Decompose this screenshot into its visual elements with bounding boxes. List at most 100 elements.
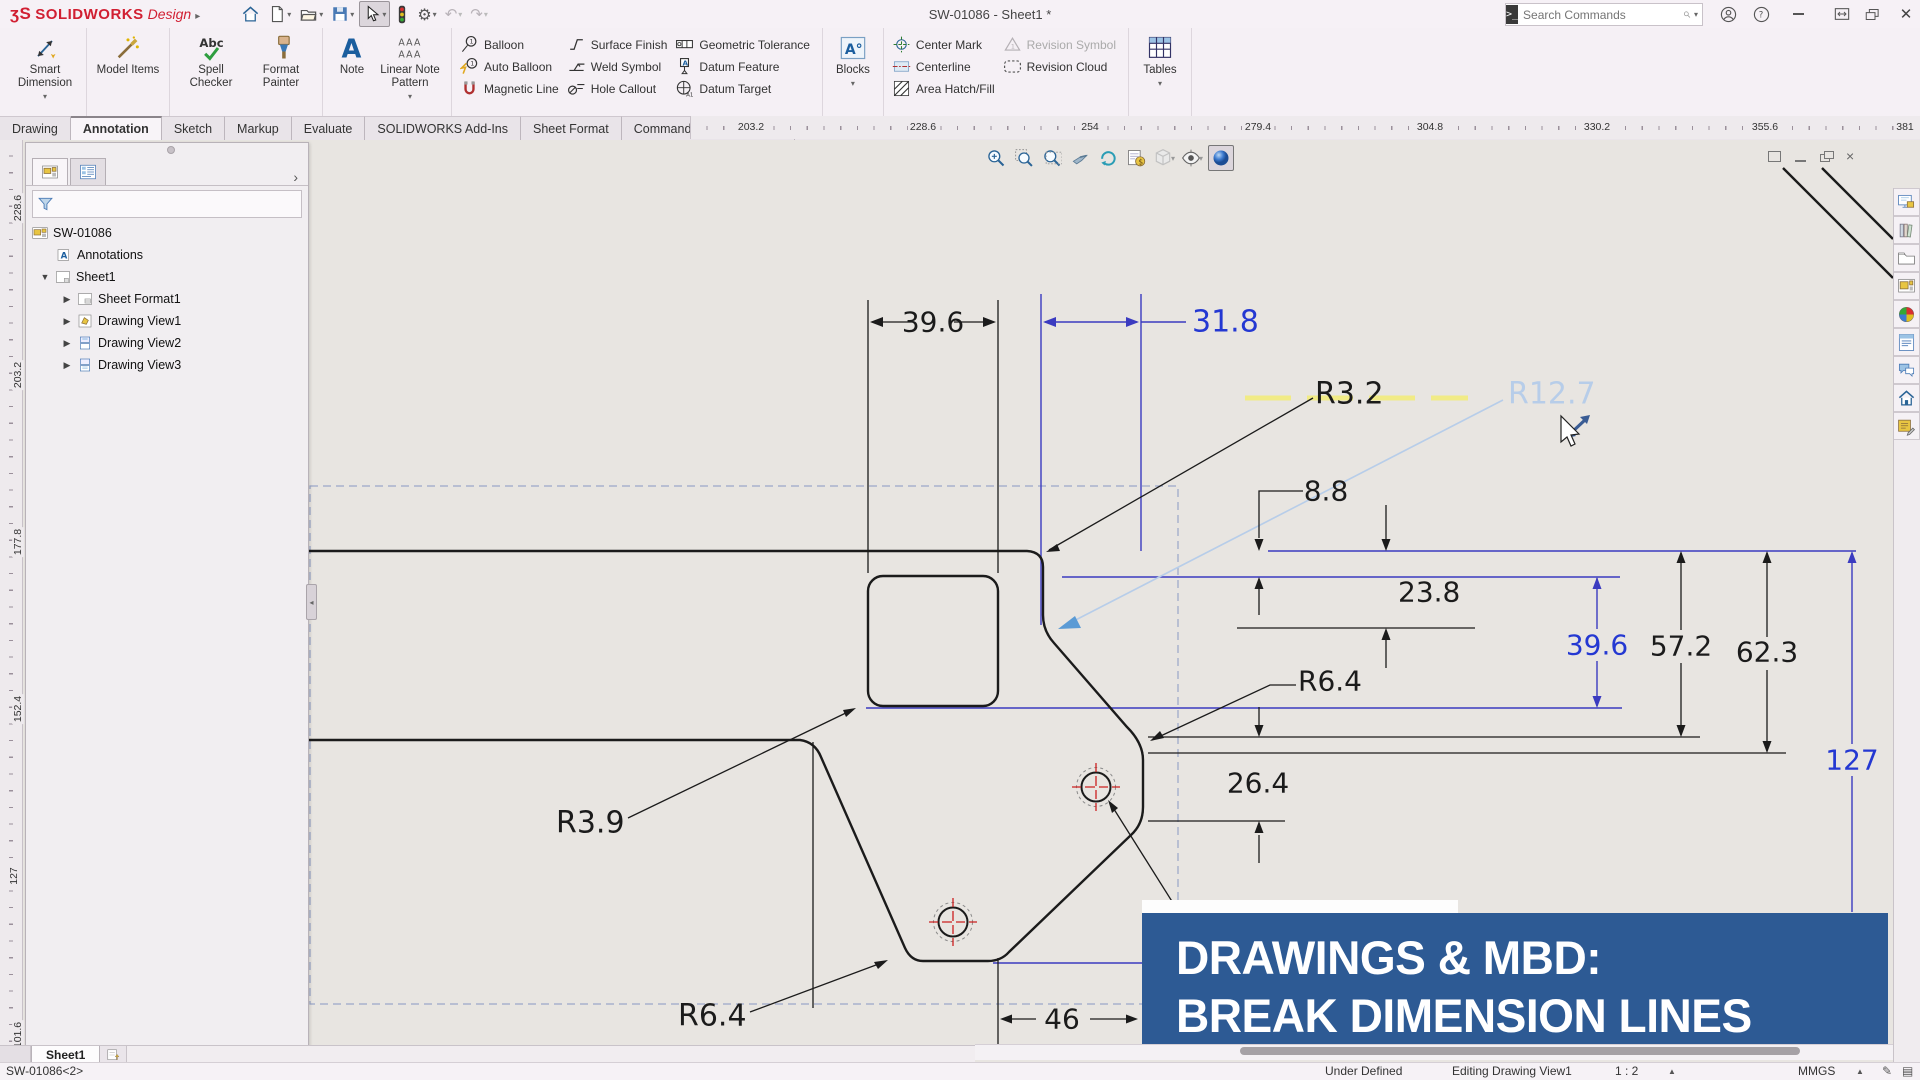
weld-symbol-button[interactable]: Weld Symbol [565, 56, 674, 77]
spell-checker-button[interactable]: Abc Spell Checker [176, 32, 246, 112]
auto-balloon-button[interactable]: 1Auto Balloon [458, 56, 565, 77]
dim-8-8[interactable]: 8.8 [1304, 475, 1349, 508]
close-document-icon[interactable]: × [1846, 148, 1854, 164]
minimize-button[interactable] [1786, 0, 1810, 28]
appearances-button[interactable] [1894, 300, 1920, 328]
tab-evaluate[interactable]: Evaluate [292, 116, 366, 140]
logo-expand-icon[interactable]: ▸ [195, 11, 200, 22]
smart-dimension-dropdown-icon[interactable]: ▾ [43, 92, 47, 101]
search-input[interactable] [1518, 8, 1683, 22]
scale-dropdown-icon[interactable]: ▲ [1668, 1067, 1676, 1076]
revision-symbol-button[interactable]: 1Revision Symbol [1001, 34, 1122, 55]
view-orientation-button[interactable] [1068, 146, 1092, 170]
linear-note-pattern-button[interactable]: AAAAAA Linear Note Pattern ▾ [375, 32, 445, 112]
user-profile-button[interactable] [1715, 0, 1741, 28]
linear-note-pattern-dropdown-icon[interactable]: ▾ [408, 92, 412, 101]
tables-dropdown-icon[interactable]: ▾ [1158, 79, 1162, 88]
tab-sketch[interactable]: Sketch [162, 116, 225, 140]
zoom-to-fit-button[interactable] [984, 146, 1008, 170]
tables-button[interactable]: Tables ▾ [1135, 32, 1185, 112]
restore-button[interactable] [1860, 0, 1884, 28]
dim-26-4[interactable]: 26.4 [1227, 767, 1289, 800]
solidworks-resources-button[interactable] [1894, 188, 1920, 216]
undo-button[interactable]: ↶▾ [442, 2, 466, 26]
tree-item-drawing-view2[interactable]: ▶ Drawing View2 [26, 332, 308, 354]
tab-drawing[interactable]: Drawing [0, 116, 71, 140]
display-style-button[interactable]: ▾ [1152, 146, 1176, 170]
tab-solidworks-add-ins[interactable]: SOLIDWORKS Add-Ins [365, 116, 521, 140]
dim-39-6-vertical[interactable]: 39.6 [1566, 629, 1628, 662]
hole-bottom[interactable] [929, 898, 977, 946]
home-button[interactable] [238, 2, 263, 26]
options-button[interactable]: ⚙▾ [414, 2, 439, 26]
dim-62-3[interactable]: 62.3 [1736, 636, 1798, 669]
panel-grip[interactable] [167, 146, 175, 154]
dim-23-8[interactable]: 23.8 [1398, 576, 1460, 609]
geometric-tolerance-button[interactable]: Geometric Tolerance [673, 34, 816, 55]
search-dropdown-icon[interactable]: ▾ [1694, 10, 1698, 19]
dock-pane-icon[interactable] [1768, 151, 1781, 162]
format-painter-button[interactable]: Format Painter [246, 32, 316, 112]
open-button[interactable]: ▾ [296, 2, 326, 26]
blocks-button[interactable]: A° Blocks ▾ [829, 32, 877, 112]
view-boundary[interactable] [310, 486, 1178, 1004]
tree-filter-field[interactable] [32, 190, 302, 218]
hide-show-items-button[interactable]: ▾ [1180, 146, 1204, 170]
file-explorer-button[interactable] [1894, 244, 1920, 272]
collapse-icon[interactable]: ▼ [40, 272, 50, 282]
dim-39-6-top[interactable]: 39.6 [902, 306, 964, 339]
detail-pane-icon[interactable]: ▤ [1902, 1064, 1913, 1078]
magnetic-line-button[interactable]: Magnetic Line [458, 78, 565, 99]
hole-callout-button[interactable]: Hole Callout [565, 78, 674, 99]
dim-127[interactable]: 127 [1825, 744, 1878, 777]
hole-top[interactable] [1072, 763, 1120, 811]
area-hatch-button[interactable]: Area Hatch/Fill [890, 78, 1001, 99]
square-cutout[interactable] [868, 576, 998, 706]
dim-r3-9[interactable]: R3.9 [556, 806, 625, 841]
dim-r3-2[interactable]: R3.2 [1315, 377, 1384, 412]
view-palette-button[interactable] [1894, 272, 1920, 300]
tab-markup[interactable]: Markup [225, 116, 292, 140]
display-pane-tab[interactable] [70, 158, 106, 185]
balloon-button[interactable]: 1Balloon [458, 34, 565, 55]
new-document-button[interactable]: ▾ [265, 2, 294, 26]
zoom-to-area-button[interactable] [1012, 146, 1036, 170]
tree-item-sheet1[interactable]: ▼ Sheet1 [26, 266, 308, 288]
search-icon[interactable] [1683, 7, 1691, 22]
minimize-document-icon[interactable] [1795, 151, 1806, 162]
status-scale[interactable]: 1 : 2 [1615, 1064, 1638, 1078]
panel-splitter-handle[interactable]: ◂ [306, 584, 317, 620]
span-displays-button[interactable] [1830, 0, 1854, 28]
expand-icon[interactable]: ▶ [62, 316, 72, 327]
markup-pen-icon[interactable]: ✎ [1882, 1064, 1892, 1078]
redo-button[interactable]: ↷▾ [467, 2, 491, 26]
part-outline[interactable] [300, 551, 1143, 961]
restore-document-icon[interactable] [1820, 151, 1832, 161]
units-dropdown-icon[interactable]: ▲ [1856, 1067, 1864, 1076]
graphics-area[interactable]: 39.6 31.8 R3.2 R12.7 8.8 23.8 39.6 57.2 … [0, 140, 1920, 1062]
tab-annotation[interactable]: Annotation [71, 116, 162, 140]
horizontal-scrollbar-thumb[interactable] [1240, 1047, 1800, 1055]
model-items-button[interactable]: Model Items [93, 32, 163, 112]
blocks-dropdown-icon[interactable]: ▾ [851, 79, 855, 88]
smart-dimension-button[interactable]: Smart Dimension ▾ [10, 32, 80, 112]
center-mark-button[interactable]: Center Mark [890, 34, 1001, 55]
zoom-to-selection-button[interactable] [1040, 146, 1064, 170]
help-button[interactable]: ? [1748, 0, 1774, 28]
panel-expand-icon[interactable]: › [293, 169, 298, 185]
revision-cloud-button[interactable]: Revision Cloud [1001, 56, 1122, 77]
sheet1-tab[interactable]: Sheet1 [31, 1046, 100, 1062]
dim-57-2[interactable]: 57.2 [1650, 630, 1712, 663]
dim-31-8[interactable]: 31.8 [1192, 305, 1259, 340]
surface-finish-button[interactable]: Surface Finish [565, 34, 674, 55]
save-button[interactable]: ▾ [328, 2, 357, 26]
expand-icon[interactable]: ▶ [62, 338, 72, 349]
expand-icon[interactable]: ▶ [62, 360, 72, 371]
expand-icon[interactable]: ▶ [62, 294, 72, 305]
add-sheet-button[interactable] [100, 1046, 127, 1062]
close-button[interactable]: ✕ [1894, 0, 1918, 28]
rotate-view-button[interactable] [1096, 146, 1120, 170]
custom-properties-button[interactable] [1894, 328, 1920, 356]
dim-46[interactable]: 46 [1044, 1003, 1080, 1036]
tree-item-root[interactable]: SW-01086 [26, 222, 308, 244]
